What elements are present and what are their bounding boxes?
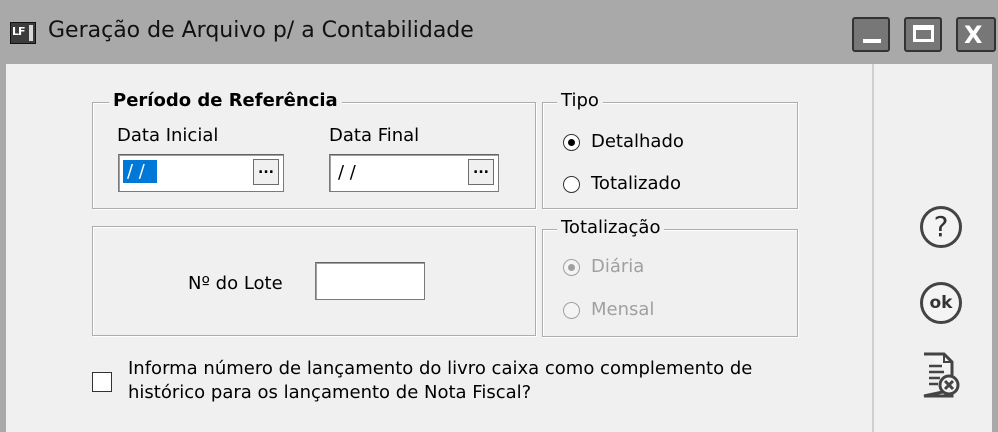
window-border-right <box>992 64 998 432</box>
action-sidebar: ? ok <box>872 64 992 432</box>
lote-label: Nº do Lote <box>188 273 283 294</box>
close-icon: X <box>964 21 983 49</box>
minimize-button[interactable] <box>852 17 890 52</box>
periodo-legend: Período de Referência <box>109 90 342 111</box>
radio-mensal-label[interactable]: Mensal <box>591 299 654 320</box>
livro-caixa-label-line1[interactable]: Informa número de lançamento do livro ca… <box>128 358 752 379</box>
minimize-icon <box>863 39 881 43</box>
radio-mensal[interactable] <box>563 302 580 319</box>
cancel-document-icon[interactable] <box>920 352 960 400</box>
help-symbol: ? <box>933 210 949 243</box>
tipo-group: Tipo Detalhado Totalizado <box>542 90 798 209</box>
window-title: Geração de Arquivo p/ a Contabilidade <box>48 18 474 43</box>
main-panel: Período de Referência Data Inicial Data … <box>6 64 872 432</box>
periodo-group: Período de Referência Data Inicial Data … <box>92 90 536 209</box>
data-inicial-field[interactable]: / / ... <box>118 154 284 192</box>
radio-diaria-label[interactable]: Diária <box>591 256 644 277</box>
radio-detalhado[interactable] <box>563 134 580 151</box>
maximize-icon <box>913 25 934 42</box>
livro-caixa-checkbox[interactable] <box>92 372 112 392</box>
data-inicial-value: / / <box>123 160 157 183</box>
title-bar[interactable]: LF Geração de Arquivo p/ a Contabilidade… <box>0 0 998 64</box>
radio-diaria[interactable] <box>563 259 580 276</box>
data-final-label: Data Final <box>329 125 420 146</box>
totalizacao-group: Totalização Diária Mensal <box>542 217 798 337</box>
app-icon[interactable]: LF <box>10 22 36 44</box>
maximize-button[interactable] <box>904 17 942 52</box>
tipo-legend: Tipo <box>557 90 603 111</box>
radio-totalizado-label[interactable]: Totalizado <box>591 173 681 194</box>
close-button[interactable]: X <box>956 17 996 52</box>
ok-symbol: ok <box>929 293 953 313</box>
app-icon-text: LF <box>12 25 25 38</box>
lote-input[interactable] <box>315 262 425 300</box>
data-final-picker-button[interactable]: ... <box>468 159 494 185</box>
data-inicial-label: Data Inicial <box>117 125 219 146</box>
data-final-value: / / <box>338 162 356 183</box>
totalizacao-legend: Totalização <box>557 217 665 238</box>
livro-caixa-label-line2[interactable]: histórico para os lançamento de Nota Fis… <box>128 382 531 403</box>
help-icon[interactable]: ? <box>920 206 962 248</box>
data-inicial-picker-button[interactable]: ... <box>253 159 279 185</box>
ok-icon[interactable]: ok <box>920 282 962 324</box>
radio-totalizado[interactable] <box>563 176 580 193</box>
lote-group: Nº do Lote <box>92 226 536 336</box>
radio-detalhado-label[interactable]: Detalhado <box>591 131 684 152</box>
data-final-field[interactable]: / / ... <box>329 154 499 192</box>
